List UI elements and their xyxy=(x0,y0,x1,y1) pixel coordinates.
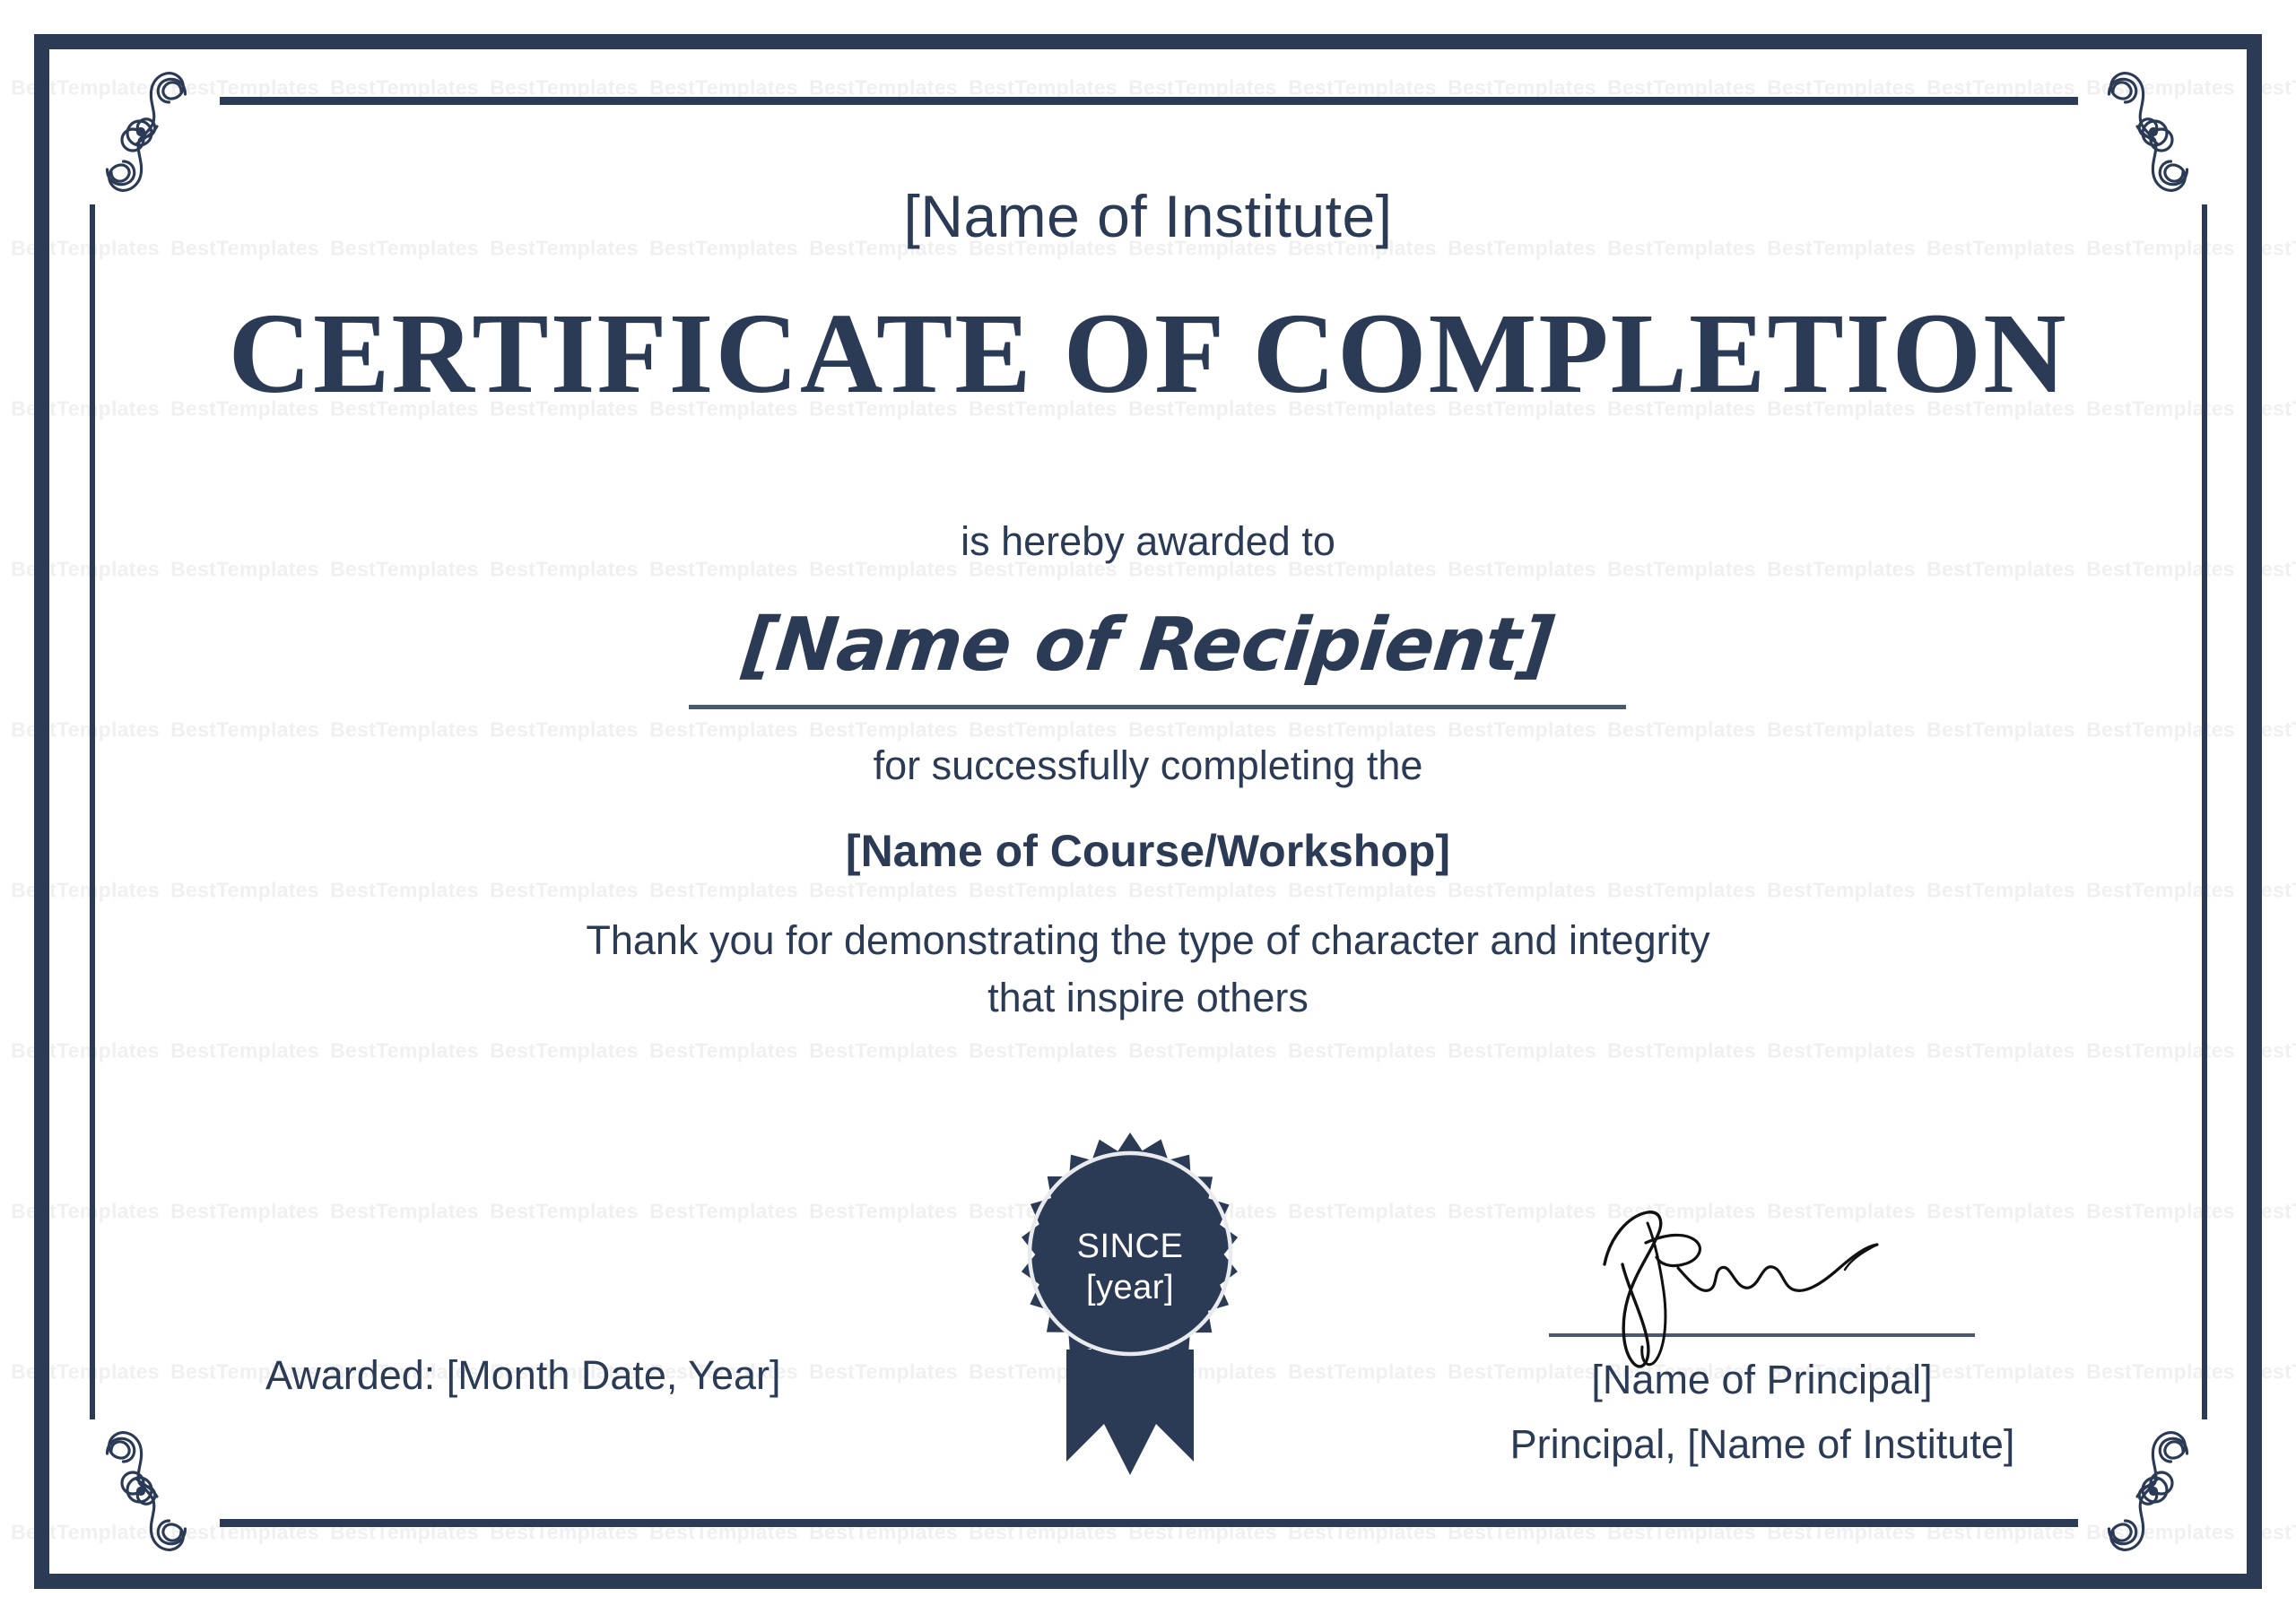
recipient-name: [Name of Recipient] xyxy=(739,603,1557,688)
completing-label: for successfully completing the xyxy=(873,742,1423,788)
certificate-title: CERTIFICATE OF COMPLETION xyxy=(228,290,2068,417)
awarded-to-label: is hereby awarded to xyxy=(961,518,1335,564)
award-seal-badge: SINCE [year] xyxy=(1009,1125,1251,1475)
recipient-name-underline xyxy=(689,705,1626,709)
institute-name: [Name of Institute] xyxy=(903,183,1393,249)
handwritten-signature xyxy=(1592,1202,1969,1372)
certificate-page: BestTemplates BestTemplates BestTemplates B… xyxy=(0,0,2296,1623)
awarded-date: Awarded: [Month Date, Year] xyxy=(265,1352,781,1398)
principal-title: Principal, [Name of Institute] xyxy=(1509,1421,2015,1467)
congratulatory-message: Thank you for demonstrating the type of … xyxy=(586,917,1710,1020)
course-name: [Name of Course/Workshop] xyxy=(845,826,1451,876)
certificate-content: [Name of Institute] CERTIFICATE OF COMPL… xyxy=(0,0,2296,1623)
